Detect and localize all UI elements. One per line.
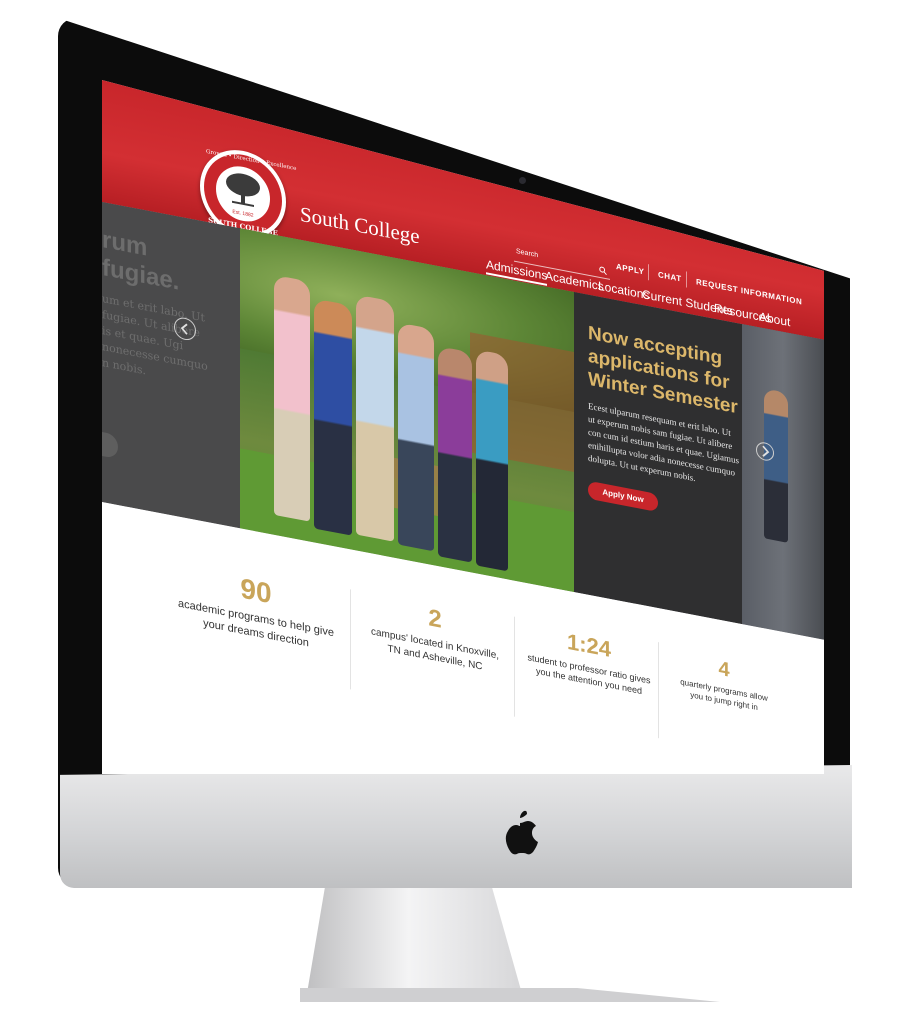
stat-divider (514, 616, 515, 717)
student-figure (314, 298, 352, 536)
stat-item: 90 academic programs to help give your d… (158, 557, 354, 660)
monitor-stand-base (300, 988, 720, 1002)
student-figure (476, 349, 508, 572)
next-slide-peek (742, 324, 824, 640)
stat-divider (350, 589, 351, 690)
apply-link[interactable]: APPLY (616, 262, 644, 276)
ghost-button (102, 428, 118, 460)
ghost-heading-2: fugiae. (102, 254, 180, 296)
student-figure (438, 346, 472, 563)
stat-item: 2 campus' located in Knoxville, TN and A… (356, 590, 514, 679)
monitor-chin (60, 765, 852, 888)
monitor-stand (306, 888, 524, 998)
apply-now-button[interactable]: Apply Now (588, 480, 658, 513)
stat-item: 4 quarterly programs allow you to jump r… (662, 647, 786, 719)
stat-divider (658, 642, 659, 739)
chevron-left-icon[interactable] (180, 322, 190, 336)
chevron-right-icon[interactable] (760, 445, 770, 459)
student-figure (274, 274, 310, 522)
student-figure (398, 322, 434, 552)
stat-item: 1:24 student to professor ratio gives yo… (518, 619, 660, 700)
hero-message-card: Now accepting applications for Winter Se… (574, 292, 742, 625)
website: Growth • Direction • Excellence Est. 188… (102, 80, 824, 774)
previous-slide-peek: rum fugiae. um et erit labo. Ut fugiae. … (102, 202, 240, 529)
nav-about[interactable]: About (759, 309, 790, 329)
student-figure (764, 388, 788, 543)
apple-logo-icon (505, 810, 538, 855)
screen: Growth • Direction • Excellence Est. 188… (102, 80, 824, 774)
student-figure (356, 294, 394, 542)
search-input[interactable]: Search (516, 248, 538, 259)
webcam (519, 177, 526, 184)
utility-divider (648, 264, 649, 281)
search-icon[interactable] (599, 266, 607, 276)
utility-divider (686, 271, 687, 288)
chat-link[interactable]: CHAT (658, 270, 682, 284)
